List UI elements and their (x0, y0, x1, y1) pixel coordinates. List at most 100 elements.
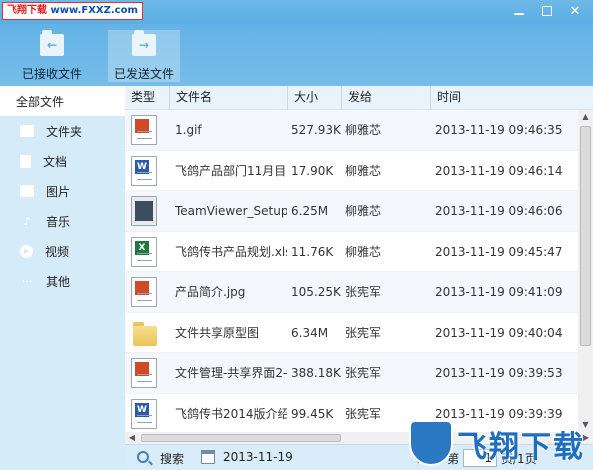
table-row[interactable]: W 飞鸽产品部门11月目 17.90K 柳雅芯 2013-11-19 09:46:14 (125, 151, 578, 191)
sent-time: 2013-11-19 09:46:35 (435, 123, 563, 137)
sent-files-button[interactable]: → 已发送文件 (108, 30, 180, 82)
table-row[interactable]: W 飞鸽传书2014版介绍 99.45K 张宪军 2013-11-19 09:39:39 (125, 394, 578, 433)
file-size: 99.45K (291, 406, 334, 421)
page-prefix: 第 (447, 451, 460, 466)
sidebar-item-video[interactable]: ▶ 视频 (0, 236, 125, 266)
exe-file-icon (131, 196, 157, 226)
scroll-thumb[interactable] (580, 126, 591, 346)
sent-time: 2013-11-19 09:40:04 (435, 325, 563, 340)
sent-time: 2013-11-19 09:39:39 (435, 406, 563, 421)
received-files-label: 已接收文件 (21, 67, 82, 81)
horizontal-scrollbar[interactable]: ◀ ▶ (125, 432, 593, 444)
table-header: 类型 文件名 大小 发给 时间 (125, 86, 593, 110)
recipient: 柳雅芯 (345, 123, 382, 137)
calendar-icon[interactable] (201, 450, 215, 464)
column-header-size[interactable]: 大小 (287, 86, 341, 110)
image-file-icon (131, 358, 157, 388)
app-window: 飞翔下载 www.FXXZ.com ✕ ← 已接收文件 → 已发送文件 全部文件 (0, 0, 593, 470)
word-file-icon: W (131, 155, 157, 186)
recipient: 张宪军 (345, 406, 382, 421)
video-icon: ▶ (20, 244, 33, 258)
table-row[interactable]: 文件共享原型图 6.34M 张宪军 2013-11-19 09:40:04 (125, 313, 578, 353)
file-name: 飞鸽产品部门11月目 (175, 163, 287, 178)
logo-text: 飞翔下载 (7, 5, 47, 16)
hscroll-thumb[interactable] (141, 434, 341, 442)
scroll-right-icon[interactable]: ▶ (579, 432, 593, 444)
file-size: 6.25M (291, 204, 329, 218)
image-file-icon (131, 115, 157, 145)
file-name: 文件共享原型图 (175, 325, 260, 340)
recipient: 张宪军 (345, 325, 382, 340)
recipient: 张宪军 (345, 366, 382, 380)
site-logo: 飞翔下载 www.FXXZ.com (2, 2, 143, 20)
recipient: 柳雅芯 (345, 244, 382, 259)
first-page-icon[interactable]: |◀ (415, 453, 429, 464)
sidebar-item-label: 文档 (43, 154, 68, 169)
sidebar-item-label: 文件夹 (46, 124, 83, 139)
file-size: 17.90K (291, 163, 334, 178)
file-list: 类型 文件名 大小 发给 时间 1.gif 527.93K 柳雅芯 2013-11-1… (125, 86, 593, 444)
document-icon (20, 154, 31, 168)
file-name: 飞鸽传书2014版介绍 (175, 406, 287, 421)
sent-time: 2013-11-19 09:46:14 (435, 163, 563, 178)
table-body: 1.gif 527.93K 柳雅芯 2013-11-19 09:46:35 W 飞鸽产品部… (125, 110, 578, 432)
column-header-type[interactable]: 类型 (125, 86, 169, 110)
page-suffix: 页/1页 (501, 451, 537, 466)
file-name: 1.gif (175, 123, 202, 137)
sidebar-item-other[interactable]: ··· 其他 (0, 266, 125, 296)
scroll-down-icon[interactable]: ▼ (578, 418, 593, 432)
pagination: |◀ ◀ 第 页/1页 (415, 448, 541, 468)
search-icon[interactable] (137, 451, 149, 463)
sidebar-item-folders[interactable]: 文件夹 (0, 116, 125, 146)
sidebar-item-all[interactable]: 全部文件 (0, 86, 125, 116)
close-button[interactable]: ✕ (561, 1, 589, 21)
recipient: 张宪军 (345, 285, 382, 299)
date-filter[interactable]: 2013-11-19 (223, 450, 293, 464)
file-size: 11.76K (291, 244, 334, 259)
sent-time: 2013-11-19 09:45:47 (435, 244, 563, 259)
sidebar-item-documents[interactable]: 文档 (0, 146, 125, 176)
sent-files-label: 已发送文件 (113, 67, 174, 81)
sidebar-item-music[interactable]: ♪ 音乐 (0, 206, 125, 236)
scroll-up-icon[interactable]: ▲ (578, 110, 593, 124)
table-row[interactable]: 文件管理-共享界面2- 388.18K 张宪军 2013-11-19 09:39:53 (125, 353, 578, 394)
minimize-button[interactable] (505, 1, 533, 21)
title-bar: 飞翔下载 www.FXXZ.com ✕ (0, 0, 593, 24)
recipient: 柳雅芯 (345, 163, 382, 178)
column-header-name[interactable]: 文件名 (169, 86, 287, 110)
recipient: 柳雅芯 (345, 204, 382, 218)
word-file-icon: W (131, 398, 157, 429)
file-name: TeamViewer_Setup. (175, 204, 287, 218)
minimize-icon (514, 13, 524, 15)
outbox-icon: → (132, 30, 156, 56)
folder-icon (20, 125, 34, 137)
file-size: 527.93K (291, 123, 341, 137)
page-input[interactable] (463, 449, 498, 467)
sidebar-item-label: 图片 (46, 184, 71, 199)
sent-time: 2013-11-19 09:39:53 (435, 366, 563, 380)
more-icon: ··· (21, 274, 33, 288)
sidebar-item-images[interactable]: 图片 (0, 176, 125, 206)
search-button[interactable]: 搜索 (160, 450, 184, 467)
table-row[interactable]: 1.gif 527.93K 柳雅芯 2013-11-19 09:46:35 (125, 110, 578, 151)
toolbar: ← 已接收文件 → 已发送文件 (0, 24, 593, 86)
folder-file-icon (131, 318, 157, 348)
table-row[interactable]: 产品简介.jpg 105.25K 张宪军 2013-11-19 09:41:09 (125, 272, 578, 313)
inbox-icon: ← (40, 30, 64, 56)
scroll-left-icon[interactable]: ◀ (125, 432, 139, 444)
table-row[interactable]: X 飞鸽传书产品规划.xls 11.76K 柳雅芯 2013-11-19 09:45:4… (125, 232, 578, 272)
file-name: 文件管理-共享界面2- (175, 366, 287, 380)
sidebar-item-label: 音乐 (46, 214, 71, 229)
vertical-scrollbar[interactable]: ▲ ▼ (578, 110, 593, 432)
sent-time: 2013-11-19 09:46:06 (435, 204, 563, 218)
image-file-icon (131, 277, 157, 307)
received-files-button[interactable]: ← 已接收文件 (16, 30, 88, 82)
prev-page-icon[interactable]: ◀ (429, 453, 443, 464)
window-controls: ✕ (505, 1, 589, 21)
column-header-time[interactable]: 时间 (430, 86, 593, 110)
sidebar-item-label: 全部文件 (16, 94, 65, 109)
sent-time: 2013-11-19 09:41:09 (435, 285, 563, 299)
column-header-recipient[interactable]: 发给 (341, 86, 430, 110)
table-row[interactable]: TeamViewer_Setup. 6.25M 柳雅芯 2013-11-19 09:4… (125, 191, 578, 232)
maximize-button[interactable] (533, 1, 561, 21)
